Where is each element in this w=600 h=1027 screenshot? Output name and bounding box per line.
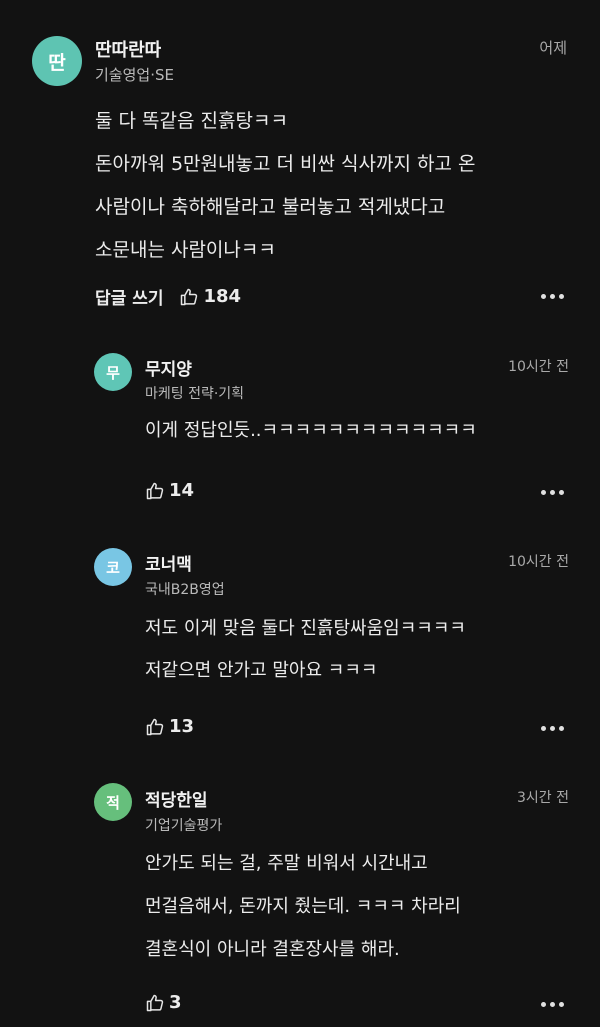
- like-button[interactable]: 3: [145, 992, 182, 1013]
- comment-text: 이게 정답인듯..ㅋㅋㅋㅋㅋㅋㅋㅋㅋㅋㅋㅋㅋ: [145, 410, 477, 452]
- author-role: 마케팅 전략·기획: [145, 386, 245, 402]
- avatar[interactable]: 무: [94, 353, 132, 391]
- thumbs-up-icon: [181, 288, 198, 305]
- like-count: 13: [169, 716, 195, 737]
- comment-line: 안가도 되는 걸, 주말 비워서 시간내고: [145, 853, 428, 874]
- comment-actions: 3: [145, 992, 182, 1013]
- reply-item: 적 적당한일 기업기술평가 3시간 전 안가도 되는 걸, 주말 비워서 시간내…: [0, 770, 600, 1027]
- timestamp: 10시간 전: [508, 359, 569, 375]
- thumbs-up-icon: [146, 718, 164, 735]
- author-name[interactable]: 적당한일: [145, 786, 208, 811]
- comment-line: 소문내는 사람이나ㅋㅋ: [95, 239, 276, 261]
- comment-text: 저도 이게 맞음 둘다 진흙탕싸움임ㅋㅋㅋㅋ 저같으면 안가고 말아요 ㅋㅋㅋ: [145, 608, 466, 692]
- author-name[interactable]: 코너맥: [145, 550, 192, 575]
- timestamp: 어제: [539, 39, 567, 57]
- author-name[interactable]: 무지양: [145, 355, 192, 380]
- comment-line: 사람이나 축하해달라고 불러놓고 적게냈다고: [95, 196, 446, 218]
- author-name[interactable]: 딴따란따: [95, 36, 161, 62]
- comment-line: 결혼식이 아니라 결혼장사를 해라.: [145, 939, 400, 960]
- comment-text: 안가도 되는 걸, 주말 비워서 시간내고 먼걸음해서, 돈까지 줬는데. ㅋㅋ…: [145, 842, 461, 971]
- comment-line: 이게 정답인듯..ㅋㅋㅋㅋㅋㅋㅋㅋㅋㅋㅋㅋㅋ: [145, 420, 477, 441]
- timestamp: 3시간 전: [517, 790, 569, 806]
- author-role: 기술영업·SE: [95, 66, 174, 84]
- thumbs-up-icon: [146, 482, 164, 499]
- more-options-icon[interactable]: [539, 484, 566, 501]
- comment-line: 둘 다 똑같음 진흙탕ㅋㅋ: [95, 110, 288, 132]
- like-button[interactable]: 14: [145, 480, 194, 501]
- avatar[interactable]: 코: [94, 548, 132, 586]
- comment-actions: 13: [145, 716, 194, 737]
- like-button[interactable]: 184: [179, 286, 241, 307]
- comment-actions: 14: [145, 480, 194, 501]
- more-options-icon[interactable]: [539, 720, 566, 737]
- author-role: 기업기술평가: [145, 818, 223, 834]
- thumbs-up-icon: [146, 994, 164, 1011]
- avatar[interactable]: 딴: [32, 36, 82, 86]
- comment-line: 돈아까워 5만원내놓고 더 비싼 식사까지 하고 온: [95, 153, 476, 175]
- reply-button[interactable]: 답글 쓰기: [95, 284, 163, 309]
- like-count: 3: [169, 992, 182, 1013]
- more-options-icon[interactable]: [539, 996, 566, 1013]
- reply-item: 무 무지양 마케팅 전략·기획 10시간 전 이게 정답인듯..ㅋㅋㅋㅋㅋㅋㅋㅋ…: [0, 320, 600, 540]
- like-count: 14: [169, 480, 195, 501]
- timestamp: 10시간 전: [508, 554, 569, 570]
- avatar[interactable]: 적: [94, 783, 132, 821]
- like-button[interactable]: 13: [145, 716, 194, 737]
- reply-item: 코 코너맥 국내B2B영업 10시간 전 저도 이게 맞음 둘다 진흙탕싸움임ㅋ…: [0, 530, 600, 780]
- comment-item: 딴 딴따란따 기술영업·SE 어제 둘 다 똑같음 진흙탕ㅋㅋ 돈아까워 5만원…: [0, 0, 600, 320]
- comment-text: 둘 다 똑같음 진흙탕ㅋㅋ 돈아까워 5만원내놓고 더 비싼 식사까지 하고 온…: [95, 100, 475, 272]
- comment-actions: 답글 쓰기 184: [95, 284, 241, 309]
- comment-line: 먼걸음해서, 돈까지 줬는데. ㅋㅋㅋ 차라리: [145, 896, 461, 917]
- like-count: 184: [203, 286, 242, 307]
- comment-line: 저같으면 안가고 말아요 ㅋㅋㅋ: [145, 660, 378, 681]
- comment-line: 저도 이게 맞음 둘다 진흙탕싸움임ㅋㅋㅋㅋ: [145, 618, 466, 639]
- author-role: 국내B2B영업: [145, 582, 225, 598]
- more-options-icon[interactable]: [539, 288, 566, 305]
